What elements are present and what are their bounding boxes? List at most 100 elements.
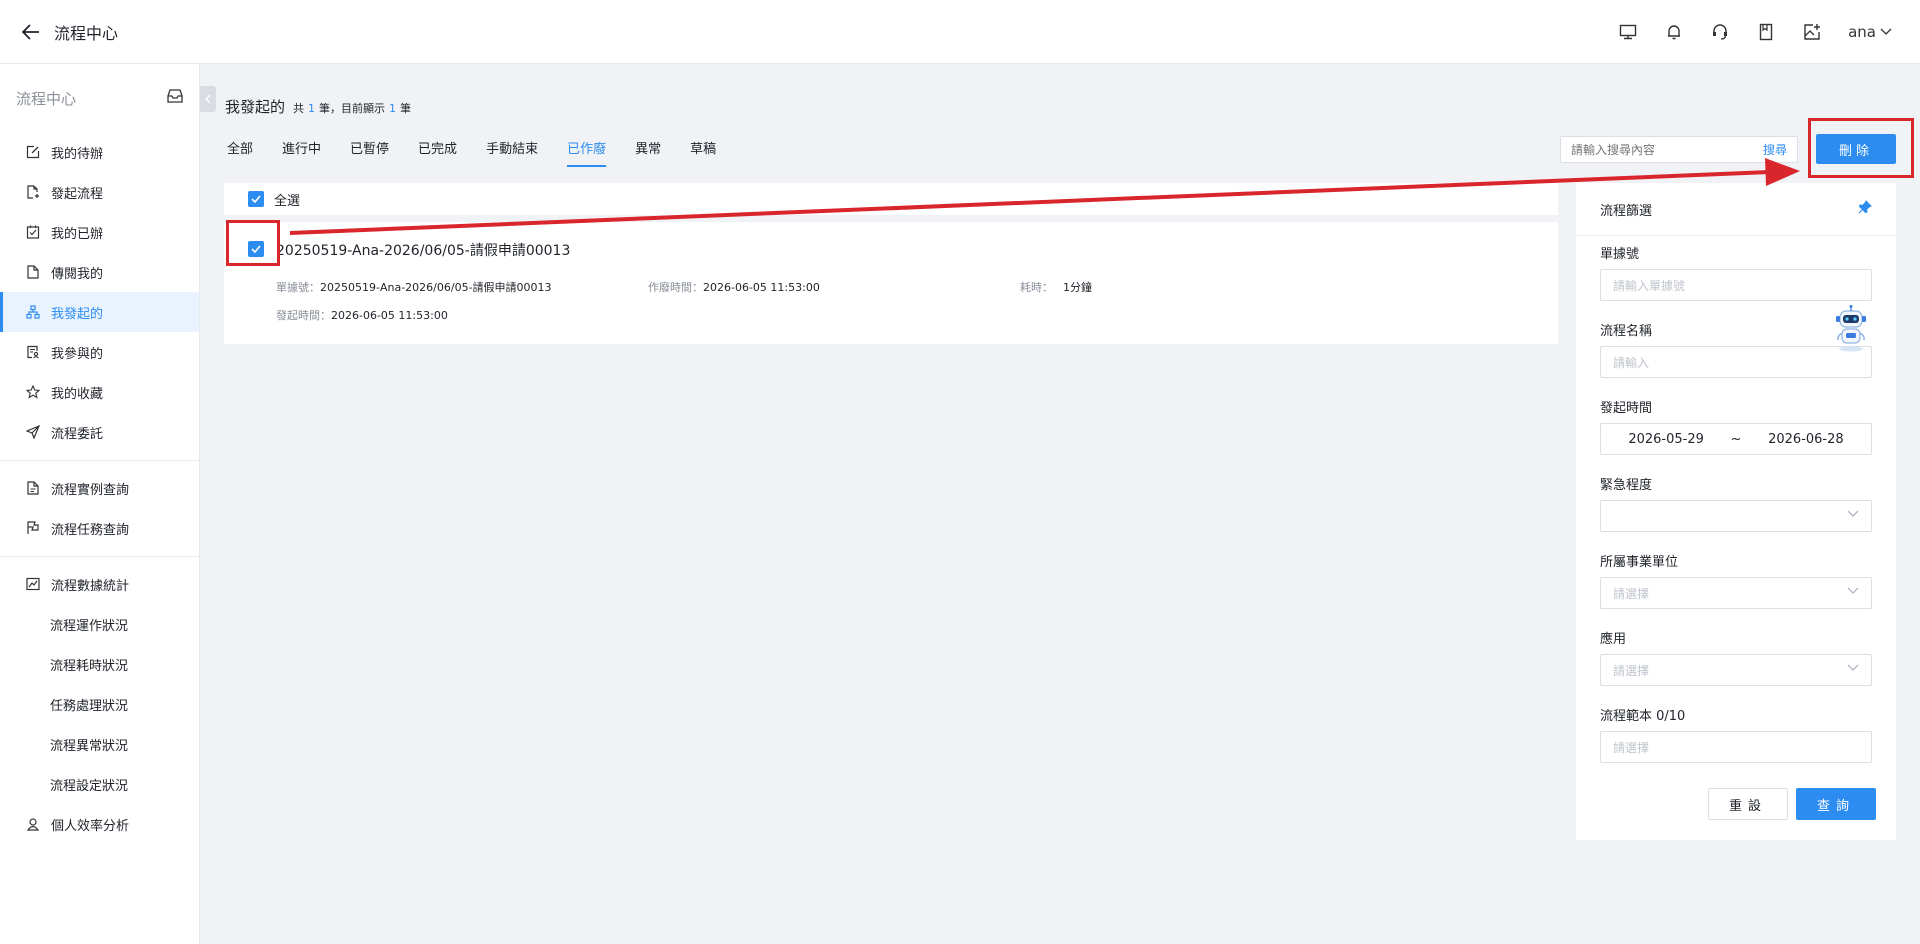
sidebar-divider	[0, 556, 199, 557]
date-from: 2026-05-29	[1628, 431, 1704, 447]
sidebar-item-label: 流程實例查詢	[51, 482, 130, 498]
meta-label: 單據號：	[276, 281, 320, 294]
chevron-down-icon	[1880, 28, 1892, 35]
sidebar-item-label: 發起流程	[51, 186, 104, 202]
sidebar-item-setting-status[interactable]: 流程設定狀況	[0, 764, 199, 804]
sidebar-item-label: 流程任務查詢	[51, 522, 130, 538]
meta-value: 2026-06-05 11:53:00	[331, 309, 448, 322]
sidebar-item-delegation[interactable]: 流程委託	[0, 412, 199, 452]
sidebar-item-label: 傳閱我的	[51, 266, 104, 282]
sidebar-item-task-query[interactable]: 流程任務查詢	[0, 508, 199, 548]
flag-icon	[25, 520, 41, 536]
sidebar-item-start-flow[interactable]: 發起流程	[0, 172, 199, 212]
reset-button[interactable]: 重設	[1708, 788, 1788, 820]
count-mid: 筆，目前顯示	[319, 102, 386, 115]
app-title: 流程中心	[54, 23, 119, 43]
business-unit-select[interactable]: 請選擇	[1600, 577, 1872, 609]
inbox-icon[interactable]	[167, 89, 183, 107]
sidebar-item-label: 我的收藏	[51, 386, 104, 402]
status-tabs: 全部 進行中 已暫停 已完成 手動結束 已作廢 異常 草稿	[227, 138, 745, 167]
query-button[interactable]: 查詢	[1796, 788, 1876, 820]
sidebar-item-todo[interactable]: 我的待辦	[0, 132, 199, 172]
sidebar-item-statistics[interactable]: 流程數據統計	[0, 564, 199, 604]
headset-icon[interactable]	[1710, 22, 1730, 42]
tab-draft[interactable]: 草稿	[690, 138, 716, 167]
tab-in-progress[interactable]: 進行中	[282, 138, 321, 167]
urgency-label: 緊急程度	[1600, 478, 1653, 493]
filter-panel: 流程篩選 單據號 請輸入單據號 流程名稱 請輸入 發起時間 2026-05-29…	[1576, 183, 1896, 840]
meta-value: 2026-06-05 11:53:00	[703, 281, 820, 294]
bell-icon[interactable]	[1664, 22, 1684, 42]
chevron-down-icon	[1847, 664, 1859, 671]
flow-name-placeholder: 請輸入	[1613, 355, 1650, 370]
file-search-icon	[25, 480, 41, 496]
record-order-number: 單據號：20250519-Ana-2026/06/05-請假申請00013	[276, 279, 552, 295]
sidebar-item-task-status[interactable]: 任務處理狀況	[0, 684, 199, 724]
sidebar-item-my-initiated[interactable]: 我發起的	[0, 292, 199, 332]
select-all-checkbox[interactable]	[248, 191, 264, 207]
sidebar-header: 流程中心	[0, 64, 199, 132]
sidebar-item-done[interactable]: 我的已辦	[0, 212, 199, 252]
pin-icon[interactable]	[1858, 200, 1872, 218]
sidebar-item-circulated[interactable]: 傳閱我的	[0, 252, 199, 292]
bookmark-icon[interactable]	[1756, 22, 1776, 42]
flow-name-label: 流程名稱	[1600, 324, 1653, 339]
page-header: 我發起的 共 1 筆，目前顯示 1 筆	[225, 96, 411, 117]
template-label: 流程範本 0/10	[1600, 709, 1686, 724]
order-number-input[interactable]: 請輸入單據號	[1600, 269, 1872, 301]
search-button[interactable]: 搜尋	[1763, 141, 1787, 158]
tab-voided[interactable]: 已作廢	[567, 138, 607, 167]
tab-all[interactable]: 全部	[227, 138, 253, 167]
select-all-label: 全選	[274, 193, 301, 209]
chevron-left-icon	[205, 94, 211, 104]
sidebar-item-exception-status[interactable]: 流程異常狀況	[0, 724, 199, 764]
record-duration: 耗時： 1分鐘	[1020, 279, 1092, 295]
sidebar-item-instance-query[interactable]: 流程實例查詢	[0, 468, 199, 508]
search-input[interactable]	[1571, 142, 1763, 157]
date-to: 2026-06-28	[1768, 431, 1844, 447]
tab-manually-ended[interactable]: 手動結束	[486, 138, 538, 167]
sidebar-collapse-toggle[interactable]	[200, 86, 216, 112]
record-card[interactable]: 20250519-Ana-2026/06/05-請假申請00013 單據號：20…	[224, 222, 1558, 344]
star-icon	[25, 384, 41, 400]
search-box: 搜尋	[1560, 136, 1798, 163]
sidebar-item-favorites[interactable]: 我的收藏	[0, 372, 199, 412]
application-label: 應用	[1600, 632, 1627, 647]
user-menu[interactable]: ana	[1848, 23, 1892, 41]
order-number-placeholder: 請輸入單據號	[1613, 278, 1686, 293]
sidebar-divider	[0, 460, 199, 461]
image-icon[interactable]	[1802, 22, 1822, 42]
sidebar-item-label: 流程運作狀況	[50, 618, 129, 634]
meta-value: 20250519-Ana-2026/06/05-請假申請00013	[320, 281, 552, 294]
select-all-bar: 全選	[224, 183, 1558, 215]
template-select[interactable]: 請選擇	[1600, 731, 1872, 763]
back-arrow-icon[interactable]	[22, 22, 42, 42]
sidebar-item-label: 流程異常狀況	[50, 738, 129, 754]
sidebar: 流程中心 我的待辦 發起流程 我的已辦 傳閱我的 我發起的 我參與的 我的收藏 …	[0, 64, 200, 944]
template-placeholder: 請選擇	[1613, 740, 1650, 755]
tab-exception[interactable]: 異常	[635, 138, 661, 167]
application-select[interactable]: 請選擇	[1600, 654, 1872, 686]
sidebar-item-label: 流程設定狀況	[50, 778, 129, 794]
sidebar-item-operation-status[interactable]: 流程運作狀況	[0, 604, 199, 644]
filter-header: 流程篩選	[1576, 183, 1896, 236]
annotation-highlight-checkbox	[226, 220, 280, 266]
sidebar-item-label: 我發起的	[51, 306, 104, 322]
monitor-icon[interactable]	[1618, 22, 1638, 42]
record-count: 共 1 筆，目前顯示 1 筆	[293, 100, 411, 116]
start-time-range[interactable]: 2026-05-29 ~ 2026-06-28	[1600, 423, 1872, 455]
count-suffix: 筆	[400, 102, 412, 115]
sidebar-item-participated[interactable]: 我參與的	[0, 332, 199, 372]
date-separator: ~	[1730, 431, 1742, 447]
record-title[interactable]: 20250519-Ana-2026/06/05-請假申請00013	[276, 240, 570, 260]
tab-completed[interactable]: 已完成	[418, 138, 457, 167]
business-unit-placeholder: 請選擇	[1613, 586, 1650, 601]
meta-label: 發起時間：	[276, 309, 331, 322]
sidebar-item-time-status[interactable]: 流程耗時狀況	[0, 644, 199, 684]
assistant-robot-icon[interactable]	[1826, 303, 1876, 353]
page-title: 我發起的	[225, 98, 286, 116]
flow-icon	[25, 304, 41, 320]
sidebar-item-efficiency[interactable]: 個人效率分析	[0, 804, 199, 844]
urgency-select[interactable]	[1600, 500, 1872, 532]
tab-paused[interactable]: 已暫停	[350, 138, 389, 167]
